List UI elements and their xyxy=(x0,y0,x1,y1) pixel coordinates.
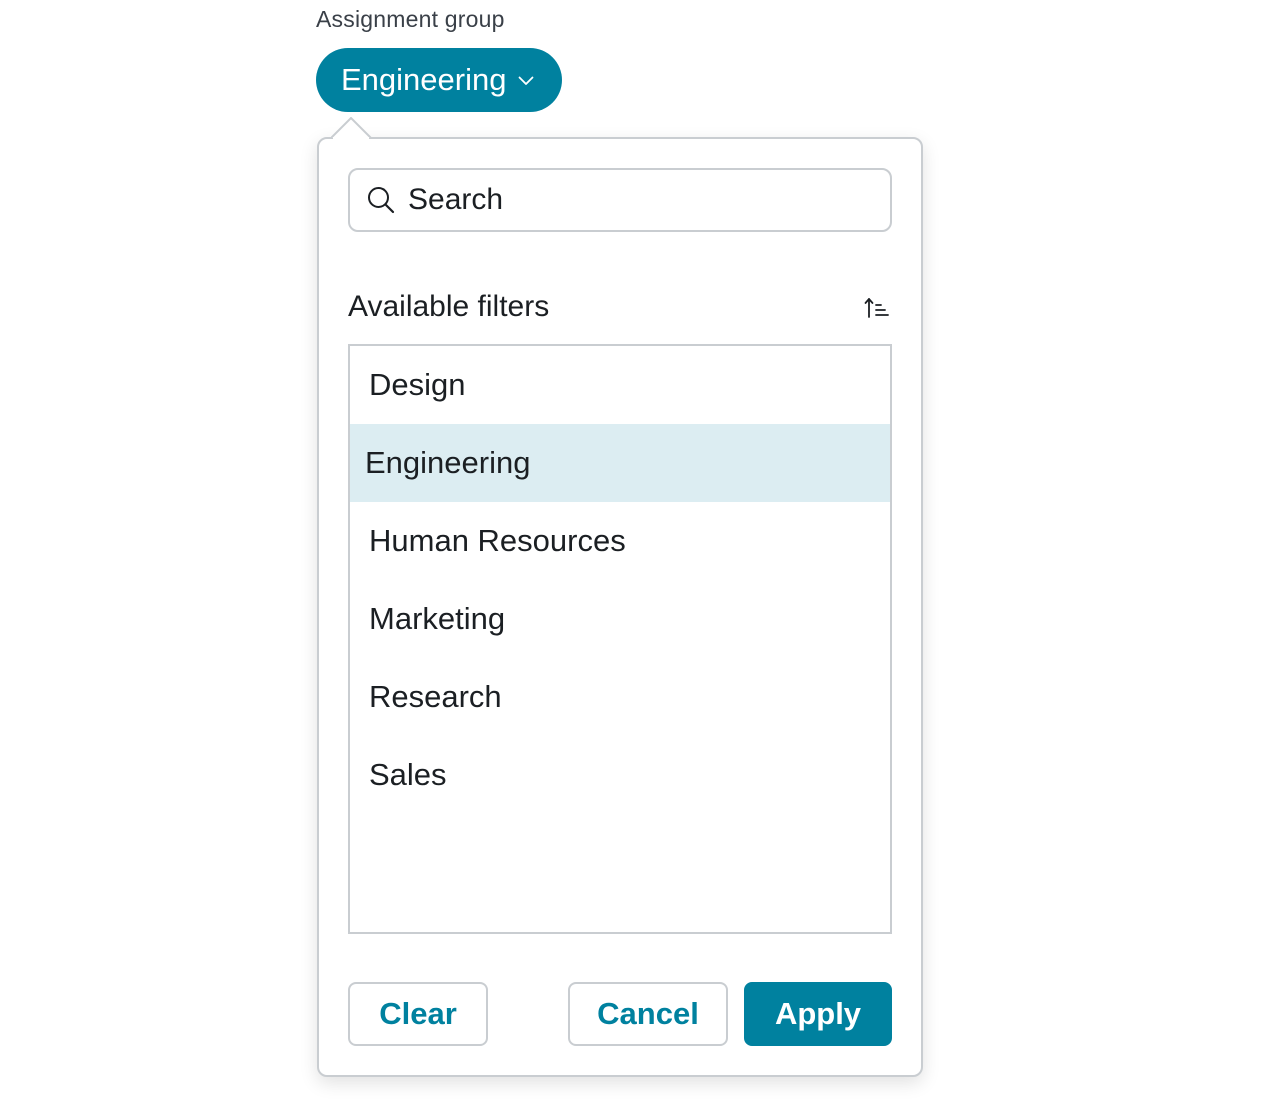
filter-label: Assignment group xyxy=(316,6,505,32)
filter-root: Assignment group Engineering Available f… xyxy=(0,0,1274,1118)
list-item[interactable]: Research xyxy=(350,658,890,736)
filter-selected-value: Engineering xyxy=(341,62,507,97)
sort-ascending-icon xyxy=(864,296,890,320)
list-item[interactable]: Design xyxy=(350,346,890,424)
list-item-selected[interactable]: Engineering xyxy=(350,424,890,502)
clear-button[interactable]: Clear xyxy=(348,982,488,1046)
assignment-group-filter-button[interactable]: Engineering xyxy=(316,48,562,112)
popover-caret xyxy=(331,117,372,139)
search-field[interactable] xyxy=(348,168,892,232)
available-filters-heading: Available filters xyxy=(348,290,550,323)
sort-button[interactable] xyxy=(862,294,892,322)
apply-button[interactable]: Apply xyxy=(744,982,892,1046)
chevron-down-icon xyxy=(518,76,534,86)
list-item[interactable]: Human Resources xyxy=(350,502,890,580)
list-item[interactable]: Marketing xyxy=(350,580,890,658)
search-input[interactable] xyxy=(406,182,870,218)
list-item[interactable]: Sales xyxy=(350,736,890,814)
filter-options-list[interactable]: Design Engineering Human Resources Marke… xyxy=(348,344,892,934)
search-icon xyxy=(366,185,396,215)
cancel-button[interactable]: Cancel xyxy=(568,982,728,1046)
